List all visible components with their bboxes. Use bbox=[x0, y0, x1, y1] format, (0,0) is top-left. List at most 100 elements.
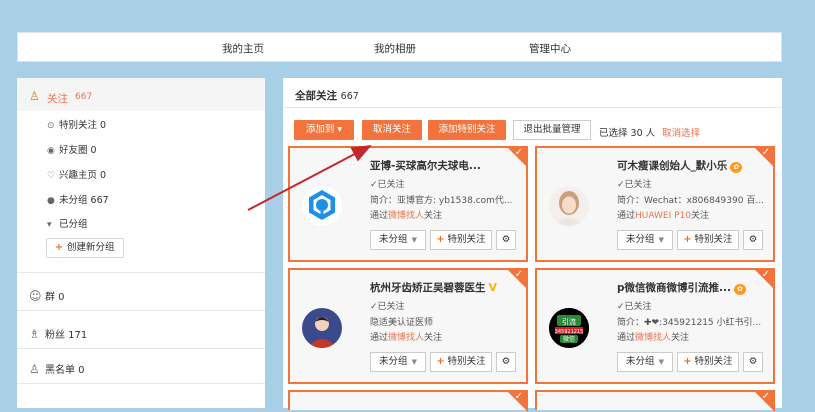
via-link[interactable]: 微博找人 bbox=[388, 211, 424, 221]
dot-icon: ● bbox=[47, 196, 55, 206]
avatar[interactable] bbox=[302, 308, 342, 348]
cancel-selection-link[interactable]: 取消选择 bbox=[662, 128, 700, 139]
settings-button[interactable]: ⚙ bbox=[496, 230, 516, 250]
via-prefix: 通过 bbox=[617, 333, 636, 343]
add-special-follow-button[interactable]: 添加特别关注 bbox=[428, 120, 506, 140]
caret-down-icon: ▼ bbox=[658, 236, 664, 244]
gear-icon: ⚙ bbox=[748, 234, 758, 245]
card-name[interactable]: 可木瘦课创始人_默小乐 ✿ bbox=[617, 158, 743, 173]
card-source: 通过微博找人关注 bbox=[370, 208, 442, 221]
follow-icon: ♙ bbox=[29, 89, 40, 103]
sidebar-item-special[interactable]: ⊙ 特别关注 0 bbox=[47, 117, 106, 131]
exit-batch-button[interactable]: 退出批量管理 bbox=[513, 120, 591, 140]
avatar-text-top: 引流 bbox=[562, 317, 576, 326]
follow-list-panel: 全部关注 667 添加到 ▾ 取消关注 添加特别关注 退出批量管理 已选择 30… bbox=[283, 78, 782, 412]
nav-my-album[interactable]: 我的相册 bbox=[374, 41, 416, 56]
card-intro: 隐适美认证医师 bbox=[370, 318, 434, 328]
special-follow-button[interactable]: + 特别关注 bbox=[677, 230, 739, 250]
avatar[interactable]: 引流 345921215 微信 bbox=[549, 308, 589, 348]
card-source: 通过微博找人关注 bbox=[370, 330, 442, 343]
sidebar-item-label: 群 0 bbox=[45, 292, 65, 303]
via-prefix: 通过 bbox=[370, 211, 389, 221]
friends-icon: ◉ bbox=[47, 146, 55, 156]
via-link[interactable]: HUAWEI P10 bbox=[635, 211, 691, 221]
plus-icon: + bbox=[683, 356, 692, 367]
check-icon: ✓ bbox=[514, 269, 523, 280]
sidebar-item-fans[interactable]: ♗ 粉丝 171 bbox=[29, 326, 87, 341]
caret-down-icon: ▾ bbox=[47, 220, 52, 230]
verified-badge-icon: ✿ bbox=[733, 284, 746, 295]
special-follow-button[interactable]: + 特别关注 bbox=[430, 230, 492, 250]
create-group-label: 创建新分组 bbox=[66, 242, 115, 253]
verified-v-icon: V bbox=[488, 281, 498, 294]
interest-icon: ♡ bbox=[47, 171, 56, 181]
selected-count: 已选择 30 人 bbox=[599, 128, 656, 139]
nav-manage-center[interactable]: 管理中心 bbox=[529, 41, 571, 56]
plus-icon: + bbox=[683, 234, 692, 245]
gear-icon: ⚙ bbox=[501, 356, 511, 367]
create-group-button[interactable]: + 创建新分组 bbox=[46, 238, 124, 258]
sidebar-item-label: 未分组 667 bbox=[59, 195, 109, 206]
settings-button[interactable]: ⚙ bbox=[743, 230, 763, 250]
avatar[interactable] bbox=[549, 186, 589, 226]
via-link[interactable]: 微博找人 bbox=[388, 333, 424, 343]
sidebar-item-label: 好友圈 0 bbox=[59, 145, 97, 156]
follow-card[interactable]: ✓ 杭州牙齿矫正吴碧蓉医生 V ✓已关注 隐适美认证医师 通过微博找人关注 未分组… bbox=[288, 268, 528, 384]
sidebar-item-groups[interactable]: ☺ 群 0 bbox=[29, 288, 65, 303]
sidebar-item-interest[interactable]: ♡ 兴趣主页 0 bbox=[47, 167, 106, 181]
group-select[interactable]: 未分组 ▼ bbox=[617, 352, 673, 372]
caret-down-icon: ▼ bbox=[411, 358, 417, 366]
card-source: 通过微博找人关注 bbox=[617, 330, 689, 343]
group-select[interactable]: 未分组 ▼ bbox=[370, 230, 426, 250]
via-suffix: 关注 bbox=[424, 333, 443, 343]
settings-button[interactable]: ⚙ bbox=[743, 352, 763, 372]
sidebar-item-friends[interactable]: ◉ 好友圈 0 bbox=[47, 142, 97, 156]
nav-my-home[interactable]: 我的主页 bbox=[222, 41, 264, 56]
card-name[interactable]: 亚博-买球高尔夫球电... bbox=[370, 158, 481, 173]
check-icon: ✓ bbox=[761, 269, 770, 280]
follow-card[interactable]: ✓ 可木瘦课创始人_默小乐 ✿ ✓已关注 简介：Wechat：x806849390… bbox=[535, 146, 775, 262]
divider bbox=[17, 272, 265, 273]
via-suffix: 关注 bbox=[671, 333, 690, 343]
sidebar-item-grouped[interactable]: ▾ 已分组 bbox=[47, 216, 88, 230]
caret-down-icon: ▼ bbox=[411, 236, 417, 244]
group-select-value: 未分组 bbox=[379, 234, 408, 245]
follow-card[interactable]: ✓ 亚博-买球高尔夫球电... ✓已关注 简介：亚博官方: yb1538.com… bbox=[288, 146, 528, 262]
check-icon: ✓ bbox=[370, 302, 378, 312]
divider bbox=[17, 310, 265, 311]
sidebar-item-ungrouped[interactable]: ● 未分组 667 bbox=[47, 192, 109, 206]
sidebar-item-label: 黑名单 0 bbox=[45, 365, 85, 376]
add-special-label: 添加特别关注 bbox=[438, 124, 496, 135]
followed-text: 已关注 bbox=[624, 302, 652, 312]
sidebar-item-label: 特别关注 0 bbox=[59, 120, 107, 131]
follow-card[interactable]: ✓ bbox=[535, 390, 775, 412]
card-name[interactable]: 杭州牙齿矫正吴碧蓉医生 V bbox=[370, 280, 497, 295]
via-link[interactable]: 微博找人 bbox=[635, 333, 671, 343]
settings-button[interactable]: ⚙ bbox=[496, 352, 516, 372]
card-intro: 简介：Wechat：x806849390 百... bbox=[617, 196, 764, 206]
group-select-value: 未分组 bbox=[626, 356, 655, 367]
sidebar-item-label: 已分组 bbox=[59, 219, 88, 230]
check-icon: ✓ bbox=[370, 180, 378, 190]
group-select-value: 未分组 bbox=[626, 234, 655, 245]
follow-card[interactable]: ✓ 引流 345921215 微信 p微信微商微博引流推... ✿ ✓已关注 简介… bbox=[535, 268, 775, 384]
card-name[interactable]: p微信微商微博引流推... ✿ bbox=[617, 280, 746, 295]
selection-status: 已选择 30 人 取消选择 bbox=[599, 125, 700, 139]
follow-card[interactable]: ✓ bbox=[288, 390, 528, 412]
group-select[interactable]: 未分组 ▼ bbox=[370, 352, 426, 372]
card-source: 通过HUAWEI P10关注 bbox=[617, 208, 709, 221]
fans-icon: ♗ bbox=[29, 327, 40, 341]
sidebar: ♙ 关注 667 ⊙ 特别关注 0 ◉ 好友圈 0 ♡ 兴趣主页 0 ● 未分组 667… bbox=[17, 78, 265, 408]
sidebar-item-follow[interactable]: ♙ 关注 667 bbox=[17, 78, 265, 111]
check-icon: ✓ bbox=[514, 147, 523, 158]
unfollow-button[interactable]: 取消关注 bbox=[362, 120, 422, 140]
group-select[interactable]: 未分组 ▼ bbox=[617, 230, 673, 250]
special-follow-button[interactable]: + 特别关注 bbox=[430, 352, 492, 372]
add-to-group-button[interactable]: 添加到 ▾ bbox=[294, 120, 354, 140]
sidebar-item-blacklist[interactable]: ♙ 黑名单 0 bbox=[29, 361, 85, 376]
sidebar-item-label: 兴趣主页 0 bbox=[59, 170, 107, 181]
avatar[interactable] bbox=[302, 186, 342, 226]
divider bbox=[17, 348, 265, 349]
card-name-text: 亚博-买球高尔夫球电... bbox=[370, 160, 481, 172]
special-follow-button[interactable]: + 特别关注 bbox=[677, 352, 739, 372]
